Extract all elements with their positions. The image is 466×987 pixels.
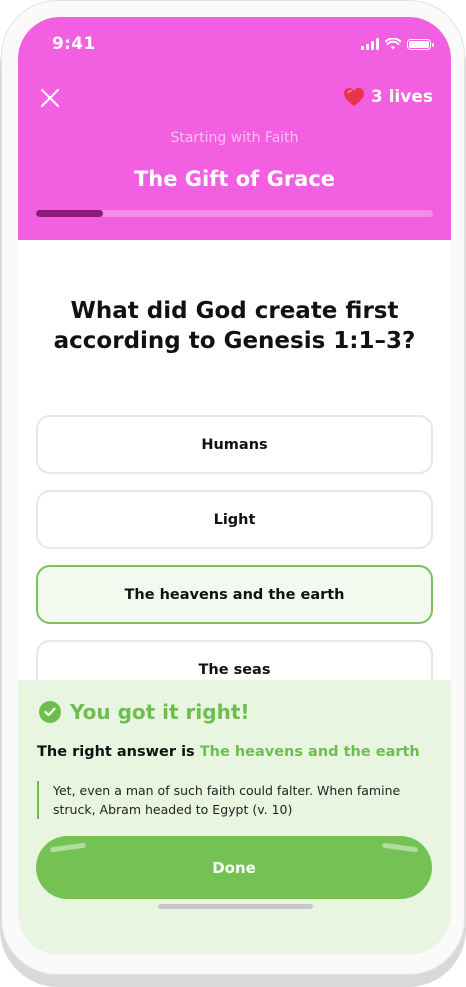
answer-option-heavens-and-earth[interactable]: The heavens and the earth [36, 565, 433, 624]
lives-indicator: 3 lives [343, 87, 433, 107]
lesson-title: The Gift of Grace [133, 167, 336, 191]
correct-answer-line: The right answer is The heavens and the … [37, 744, 420, 760]
answer-option-light[interactable]: Light [36, 490, 433, 549]
cellular-signal-icon [361, 38, 379, 50]
check-circle-icon [39, 701, 61, 723]
wifi-icon [385, 38, 401, 50]
screen: 9:41 3 lives Starting with Faith The Gif… [18, 17, 451, 955]
result-headline: You got it right! [39, 700, 250, 724]
status-icons [361, 37, 434, 51]
answer-prefix: The right answer is [37, 744, 195, 760]
result-headline-text: You got it right! [70, 700, 250, 724]
close-icon [40, 88, 60, 108]
explanation-quote: Yet, even a man of such faith could falt… [37, 781, 433, 819]
lesson-subtitle: Starting with Faith [170, 130, 299, 146]
done-button[interactable]: Done [36, 836, 432, 899]
status-time: 9:41 [52, 34, 96, 54]
answer-value: The heavens and the earth [199, 744, 420, 760]
button-gloss-left [49, 842, 87, 853]
result-panel: You got it right! The right answer is Th… [18, 680, 451, 955]
lesson-progress-fill [36, 210, 104, 217]
lesson-progress-bar [36, 210, 433, 217]
device-frame: 9:41 3 lives Starting with Faith The Gif… [1, 0, 465, 975]
done-button-label: Done [212, 858, 256, 877]
question-text: What did God create first according to G… [53, 298, 416, 354]
button-gloss-right [381, 842, 419, 853]
lives-label: 3 lives [370, 87, 433, 107]
heart-icon [343, 88, 364, 106]
close-button[interactable] [38, 86, 62, 110]
home-indicator [158, 904, 313, 909]
answer-option-humans[interactable]: Humans [36, 415, 433, 474]
lesson-header: 9:41 3 lives Starting with Faith The Gif… [18, 17, 451, 240]
battery-icon [407, 38, 434, 50]
